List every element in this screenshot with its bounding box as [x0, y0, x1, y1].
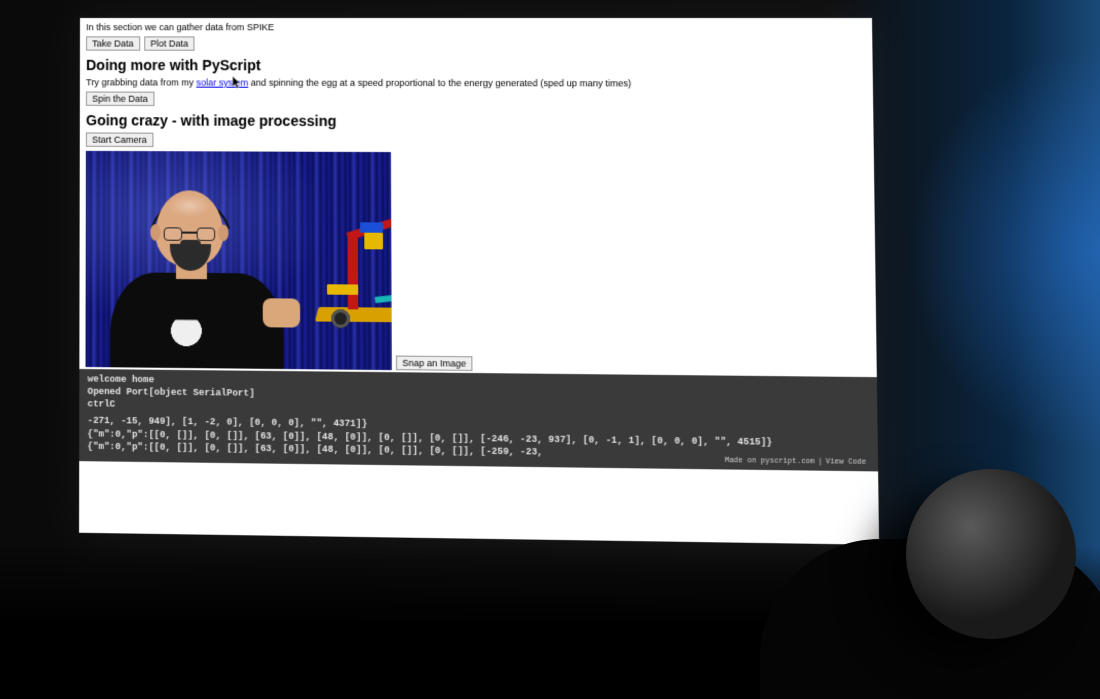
footer-view-code[interactable]: View Code	[822, 458, 869, 467]
conference-room-scene: In this section we can gather data from …	[0, 0, 1100, 619]
intro-text: In this section we can gather data from …	[86, 22, 866, 33]
hand	[263, 298, 300, 327]
terminal-output: welcome home Opened Port[object SerialPo…	[79, 369, 878, 471]
room-blue-glow	[900, 40, 1100, 460]
audience-head	[906, 469, 1076, 639]
camera-feed	[86, 151, 392, 370]
camera-row: Snap an Image	[86, 151, 871, 375]
desc-more-pyscript: Try grabbing data from my solar system a…	[86, 77, 867, 89]
lego-rig	[306, 197, 392, 323]
pyscript-footer: Made on pyscript.com|View Code	[722, 457, 870, 467]
head	[155, 190, 223, 267]
solar-system-link[interactable]: solar system	[196, 77, 248, 87]
page-content: In this section we can gather data from …	[79, 18, 876, 375]
spin-data-button[interactable]: Spin the Data	[86, 92, 154, 106]
start-camera-button[interactable]: Start Camera	[86, 132, 153, 147]
ear-left	[150, 224, 160, 241]
presenter-figure	[104, 192, 290, 369]
snap-image-button[interactable]: Snap an Image	[396, 356, 473, 371]
projected-screen: In this section we can gather data from …	[79, 18, 879, 545]
heading-more-pyscript: Doing more with PyScript	[86, 57, 866, 75]
desc-post: and spinning the egg at a speed proporti…	[248, 77, 631, 88]
plot-data-button[interactable]: Plot Data	[144, 36, 194, 50]
hoodie	[110, 272, 283, 369]
ear-right	[218, 225, 228, 242]
take-data-button[interactable]: Take Data	[86, 36, 140, 50]
desc-pre: Try grabbing data from my	[86, 77, 196, 87]
footer-made-on[interactable]: Made on pyscript.com	[722, 457, 818, 467]
heading-image-processing: Going crazy - with image processing	[86, 112, 867, 131]
